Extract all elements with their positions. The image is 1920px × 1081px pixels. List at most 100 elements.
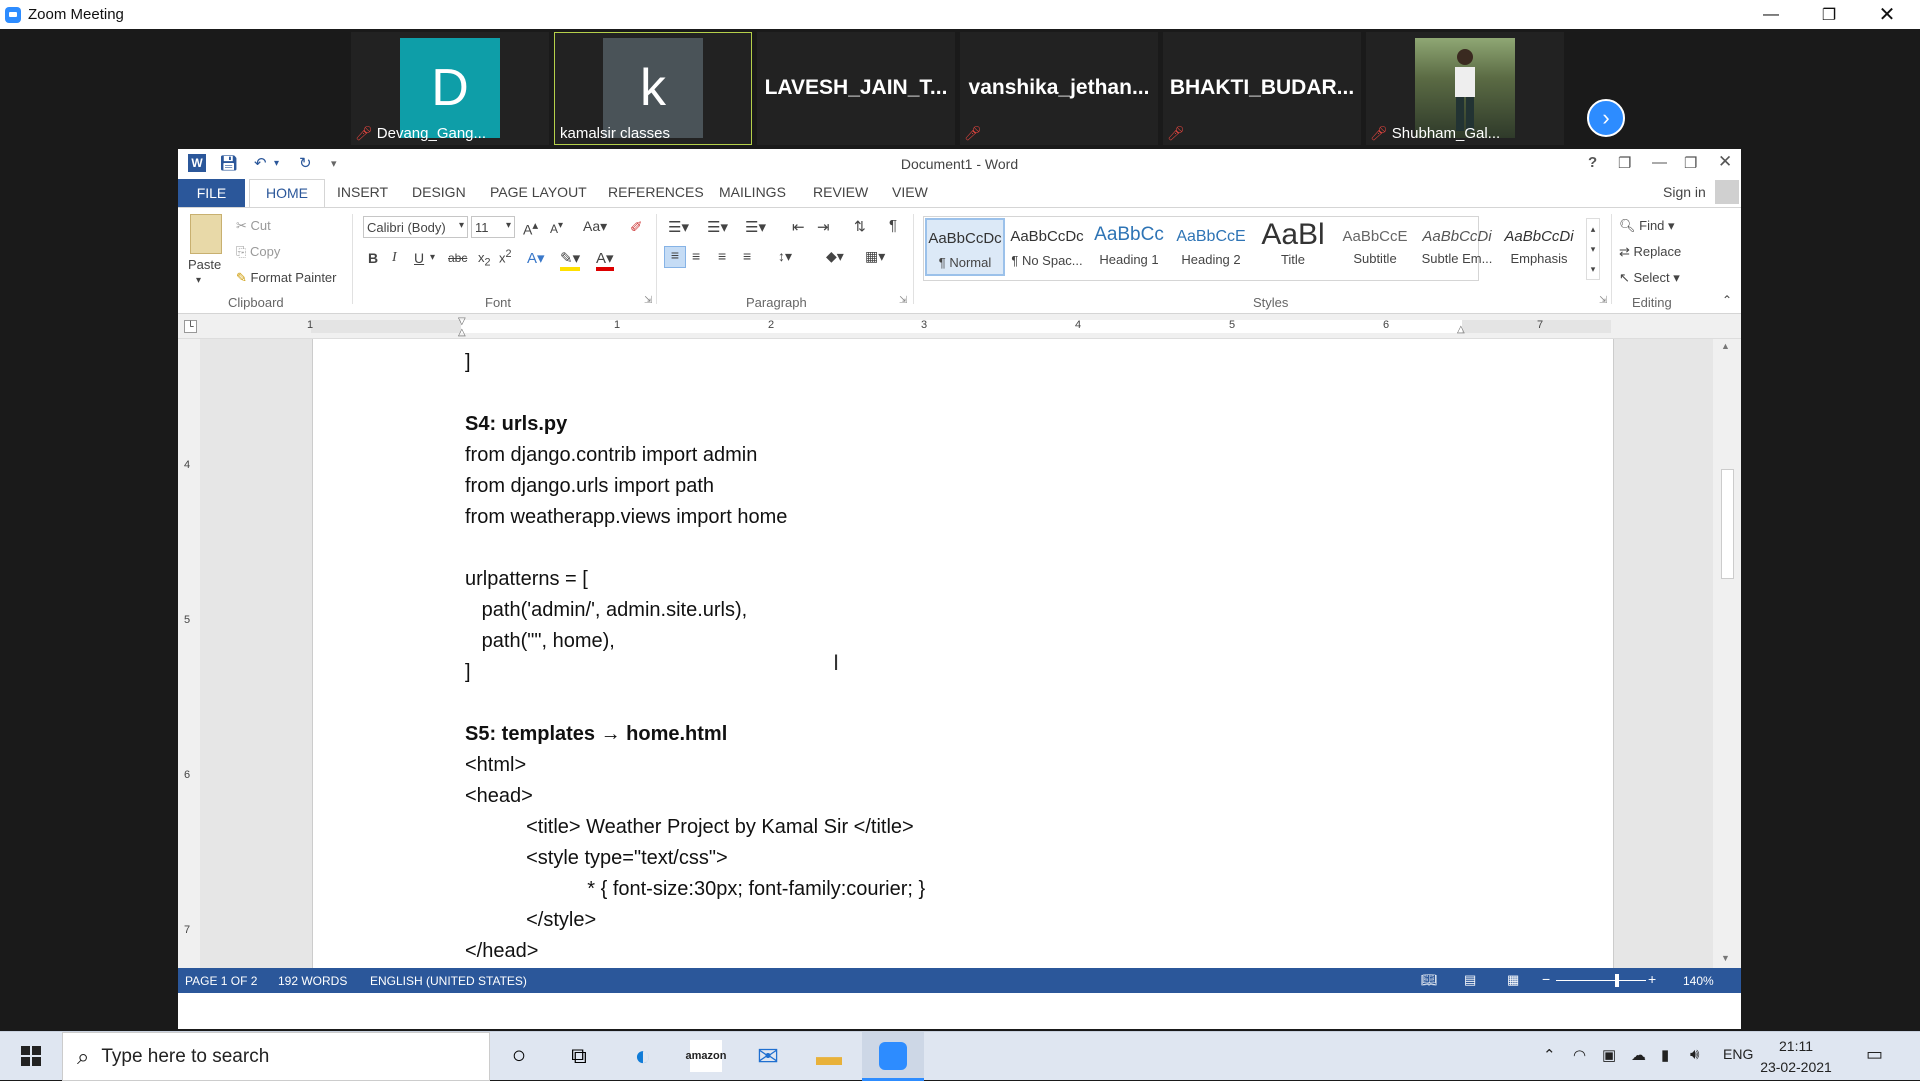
user-avatar-icon[interactable] xyxy=(1715,180,1739,204)
tab-view[interactable]: VIEW xyxy=(892,184,928,200)
word-close-button[interactable]: ✕ xyxy=(1718,152,1732,172)
replace-button[interactable]: ⇄ Replace xyxy=(1619,244,1681,260)
find-button[interactable]: 🔍︎ Find ▾ xyxy=(1619,218,1675,234)
style-emphasis[interactable]: AaBbCcDi Emphasis xyxy=(1499,218,1579,276)
tab-design[interactable]: DESIGN xyxy=(412,184,466,200)
italic-button[interactable]: I xyxy=(392,250,397,266)
minimize-button[interactable]: — xyxy=(1742,0,1800,29)
tab-review[interactable]: REVIEW xyxy=(813,184,868,200)
participant-tile[interactable]: vanshika_jethan... 🎤︎ xyxy=(960,32,1158,145)
sign-in-link[interactable]: Sign in xyxy=(1663,184,1706,200)
sort-button[interactable]: ⇅ xyxy=(854,218,866,235)
align-right-button[interactable]: ≡ xyxy=(718,248,726,264)
center-button[interactable]: ≡ xyxy=(692,248,700,264)
style-heading-2[interactable]: AaBbCcE Heading 2 xyxy=(1171,218,1251,276)
strikethrough-button[interactable]: abc xyxy=(448,251,467,265)
cut-button[interactable]: ✂ Cut xyxy=(236,218,271,234)
bullets-button[interactable]: ☰▾ xyxy=(668,218,689,236)
justify-button[interactable]: ≡ xyxy=(743,248,751,264)
taskbar-clock[interactable]: 21:11 23-02-2021 xyxy=(1756,1036,1836,1078)
select-button[interactable]: ↖ Select ▾ xyxy=(1619,270,1680,286)
superscript-button[interactable]: x2 xyxy=(499,248,512,265)
right-indent-marker-icon[interactable]: △ xyxy=(1457,324,1465,335)
style-normal[interactable]: AaBbCcDc ¶ Normal xyxy=(925,218,1005,276)
style-subtle-emphasis[interactable]: AaBbCcDi Subtle Em... xyxy=(1417,218,1497,276)
vertical-scrollbar[interactable]: ▲ ▼ xyxy=(1713,339,1741,968)
shading-button[interactable]: ◆▾ xyxy=(826,248,844,265)
microphone-icon[interactable]: ▮ xyxy=(1661,1046,1669,1064)
grow-font-button[interactable]: A▴ xyxy=(523,218,538,238)
style-no-spacing[interactable]: AaBbCcDc ¶ No Spac... xyxy=(1007,218,1087,276)
format-painter-button[interactable]: ✎ Format Painter xyxy=(236,270,337,286)
align-left-button[interactable]: ≡ xyxy=(664,246,686,268)
font-color-icon[interactable]: A▾ xyxy=(596,249,614,271)
amazon-icon[interactable]: amazon xyxy=(686,1040,726,1072)
word-restore-button[interactable]: ❐ xyxy=(1684,154,1697,172)
participant-tile-active[interactable]: k kamalsir classes xyxy=(554,32,752,145)
participant-tile[interactable]: 🎤︎ Shubham_Gal... xyxy=(1366,32,1564,145)
document-page[interactable]: ] S4: urls.py from django.contrib import a… xyxy=(312,339,1614,968)
paste-dropdown-icon[interactable]: ▾ xyxy=(196,275,201,286)
edge-browser-icon[interactable]: ◐ xyxy=(627,1040,659,1072)
paste-button[interactable]: Paste xyxy=(188,257,221,272)
help-button[interactable]: ? xyxy=(1588,154,1597,171)
word-minimize-button[interactable]: — xyxy=(1652,154,1667,171)
zoom-slider-thumb[interactable] xyxy=(1615,974,1619,987)
participant-tile[interactable]: BHAKTI_BUDAR... 🎤︎ xyxy=(1163,32,1361,145)
font-dialog-launcher-icon[interactable]: ⇲ xyxy=(644,295,652,306)
style-heading-1[interactable]: AaBbCc Heading 1 xyxy=(1089,218,1169,276)
onedrive-icon[interactable]: ☁ xyxy=(1631,1046,1646,1064)
styles-scroll-buttons[interactable]: ▴ ▾ ▾ xyxy=(1586,218,1600,280)
network-icon[interactable]: ◠ xyxy=(1573,1046,1586,1064)
show-formatting-marks-button[interactable]: ¶ xyxy=(889,217,897,234)
underline-button[interactable]: U xyxy=(414,250,424,266)
style-title[interactable]: AaBl Title xyxy=(1253,218,1333,276)
show-hidden-icons-icon[interactable]: ⌃ xyxy=(1543,1046,1556,1064)
web-layout-icon[interactable]: ▦ xyxy=(1507,972,1519,988)
zoom-slider[interactable] xyxy=(1556,980,1646,981)
scroll-down-icon[interactable]: ▼ xyxy=(1721,953,1730,963)
volume-icon[interactable]: 🔊︎ xyxy=(1690,1046,1699,1063)
zoom-level[interactable]: 140% xyxy=(1683,974,1714,988)
language-status[interactable]: ENGLISH (UNITED STATES) xyxy=(370,974,527,988)
change-case-button[interactable]: Aa▾ xyxy=(583,218,607,235)
copy-button[interactable]: ⎘ Copy xyxy=(236,244,280,260)
tab-references[interactable]: REFERENCES xyxy=(608,184,704,200)
decrease-indent-button[interactable]: ⇤ xyxy=(792,218,805,236)
increase-indent-button[interactable]: ⇥ xyxy=(817,218,830,236)
indent-marker-icon[interactable]: ▽ △ xyxy=(458,316,466,338)
font-size-select[interactable]: 11 ▾ xyxy=(471,216,515,238)
numbering-button[interactable]: ☰▾ xyxy=(707,218,728,236)
tab-page-layout[interactable]: PAGE LAYOUT xyxy=(490,184,587,200)
meet-now-icon[interactable]: ▣ xyxy=(1602,1046,1616,1064)
line-spacing-button[interactable]: ↕▾ xyxy=(778,248,792,265)
tab-file[interactable]: FILE xyxy=(178,179,245,207)
notifications-icon[interactable]: ▭ xyxy=(1866,1044,1883,1065)
input-language[interactable]: ENG xyxy=(1723,1046,1753,1062)
highlight-icon[interactable]: ✎▾ xyxy=(560,249,581,271)
bold-button[interactable]: B xyxy=(368,250,378,266)
shrink-font-button[interactable]: A▾ xyxy=(550,220,563,236)
paste-icon[interactable] xyxy=(190,214,222,254)
read-mode-icon[interactable]: 📖︎ xyxy=(1421,972,1438,988)
zoom-out-button[interactable]: − xyxy=(1542,971,1550,987)
tab-insert[interactable]: INSERT xyxy=(337,184,388,200)
taskbar-search-box[interactable]: ⌕ Type here to search xyxy=(62,1032,490,1081)
styles-dialog-launcher-icon[interactable]: ⇲ xyxy=(1599,295,1607,306)
word-count[interactable]: 192 WORDS xyxy=(278,974,347,988)
multilevel-list-button[interactable]: ☰▾ xyxy=(745,218,766,236)
start-button[interactable] xyxy=(15,1040,47,1072)
tab-selector-icon[interactable]: └ xyxy=(184,320,197,333)
task-view-icon[interactable]: ⧉ xyxy=(563,1040,595,1072)
zoom-in-button[interactable]: + xyxy=(1648,971,1656,987)
clear-formatting-icon[interactable]: ✐ xyxy=(630,218,643,236)
print-layout-icon[interactable]: ▤ xyxy=(1464,972,1476,988)
next-page-button[interactable]: › xyxy=(1587,99,1625,137)
cortana-icon[interactable]: ○ xyxy=(503,1040,535,1072)
page-count[interactable]: PAGE 1 OF 2 xyxy=(185,974,257,988)
scrollbar-thumb[interactable] xyxy=(1721,469,1734,579)
restore-button[interactable]: ❐ xyxy=(1800,0,1858,29)
participant-tile[interactable]: D 🎤︎ Devang_Gang... xyxy=(351,32,549,145)
paragraph-dialog-launcher-icon[interactable]: ⇲ xyxy=(899,295,907,306)
tab-home[interactable]: HOME xyxy=(249,179,325,208)
